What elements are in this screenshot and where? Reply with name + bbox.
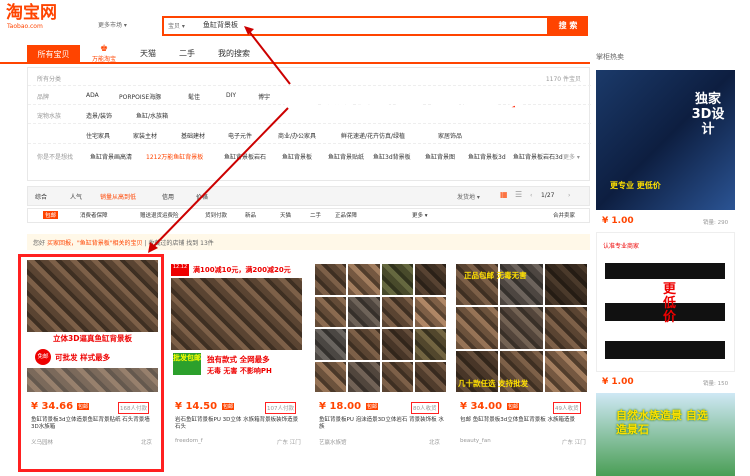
- sales-rank-banner: 全网销量第一名: [283, 86, 536, 128]
- annotation-arrows: [148, 26, 291, 253]
- annotation-arrow: [247, 29, 291, 85]
- annotation-arrow: [151, 107, 289, 249]
- arrow-head-icon: [244, 26, 254, 35]
